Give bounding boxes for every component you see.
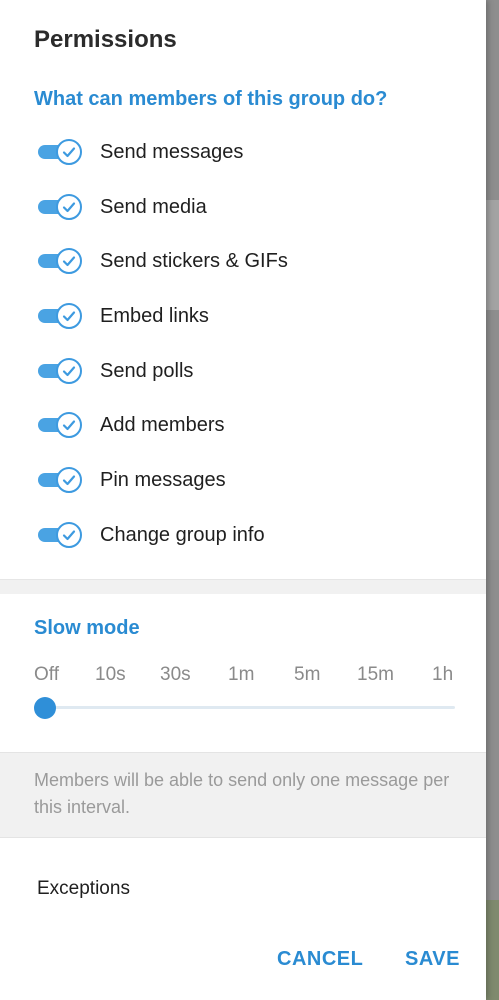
exceptions-row[interactable]: Exceptions <box>0 864 486 916</box>
permission-add-members[interactable]: Add members <box>0 398 486 453</box>
permission-label: Pin messages <box>100 469 226 492</box>
permission-pin-messages[interactable]: Pin messages <box>0 453 486 508</box>
cancel-button[interactable]: CANCEL <box>277 948 363 971</box>
slow-mode-info-box: Members will be able to send only one me… <box>0 752 486 838</box>
check-icon <box>62 420 76 431</box>
permission-send-stickers-gifs[interactable]: Send stickers & GIFs <box>0 234 486 289</box>
permission-toggle[interactable] <box>38 303 82 330</box>
slow-mode-tick-labels: Off 10s 30s 1m 5m 15m 1h <box>0 664 486 688</box>
slow-mode-title: Slow mode <box>34 617 140 639</box>
permission-toggle[interactable] <box>38 467 82 494</box>
check-icon <box>62 366 76 376</box>
permissions-list: Send messages Send media Send stickers &… <box>0 125 486 563</box>
check-icon <box>62 475 76 486</box>
tick-label-5m[interactable]: 5m <box>294 664 320 686</box>
slider-thumb[interactable] <box>34 697 56 719</box>
permissions-section-title: What can members of this group do? <box>34 88 388 110</box>
permission-toggle[interactable] <box>38 357 82 384</box>
save-button[interactable]: SAVE <box>405 948 460 971</box>
permission-send-media[interactable]: Send media <box>0 180 486 235</box>
slow-mode-info-text: Members will be able to send only one me… <box>34 770 450 817</box>
permission-change-group-info[interactable]: Change group info <box>0 508 486 563</box>
permission-toggle[interactable] <box>38 139 82 165</box>
permission-label: Send stickers & GIFs <box>100 250 288 273</box>
permission-label: Send media <box>100 195 207 218</box>
check-icon <box>62 147 76 158</box>
permission-toggle[interactable] <box>38 412 82 439</box>
permission-label: Embed links <box>100 305 209 328</box>
dialog-title: Permissions <box>34 26 177 53</box>
slow-mode-slider[interactable] <box>34 696 455 720</box>
permission-label: Change group info <box>100 523 265 546</box>
permission-label: Send messages <box>100 141 244 163</box>
tick-label-1h[interactable]: 1h <box>432 664 453 686</box>
tick-label-1m[interactable]: 1m <box>228 664 254 686</box>
check-icon <box>62 202 76 212</box>
exceptions-label: Exceptions <box>37 878 130 899</box>
permission-label: Send polls <box>100 359 194 382</box>
section-divider <box>0 579 486 594</box>
tick-label-15m[interactable]: 15m <box>357 664 394 686</box>
tick-label-30s[interactable]: 30s <box>160 664 191 686</box>
tick-label-10s[interactable]: 10s <box>95 664 126 686</box>
background-window-edge <box>484 0 499 1000</box>
permission-send-polls[interactable]: Send polls <box>0 344 486 399</box>
tick-label-off[interactable]: Off <box>34 664 59 686</box>
check-icon <box>62 530 76 540</box>
permission-toggle[interactable] <box>38 193 82 220</box>
permission-toggle[interactable] <box>38 521 82 548</box>
permissions-dialog: Permissions What can members of this gro… <box>0 0 486 1000</box>
permission-send-messages[interactable]: Send messages <box>0 125 486 180</box>
permission-label: Add members <box>100 414 225 437</box>
permission-embed-links[interactable]: Embed links <box>0 289 486 344</box>
permission-toggle[interactable] <box>38 248 82 275</box>
check-icon <box>62 256 76 267</box>
slider-rail[interactable] <box>34 706 455 709</box>
check-icon <box>62 311 76 322</box>
